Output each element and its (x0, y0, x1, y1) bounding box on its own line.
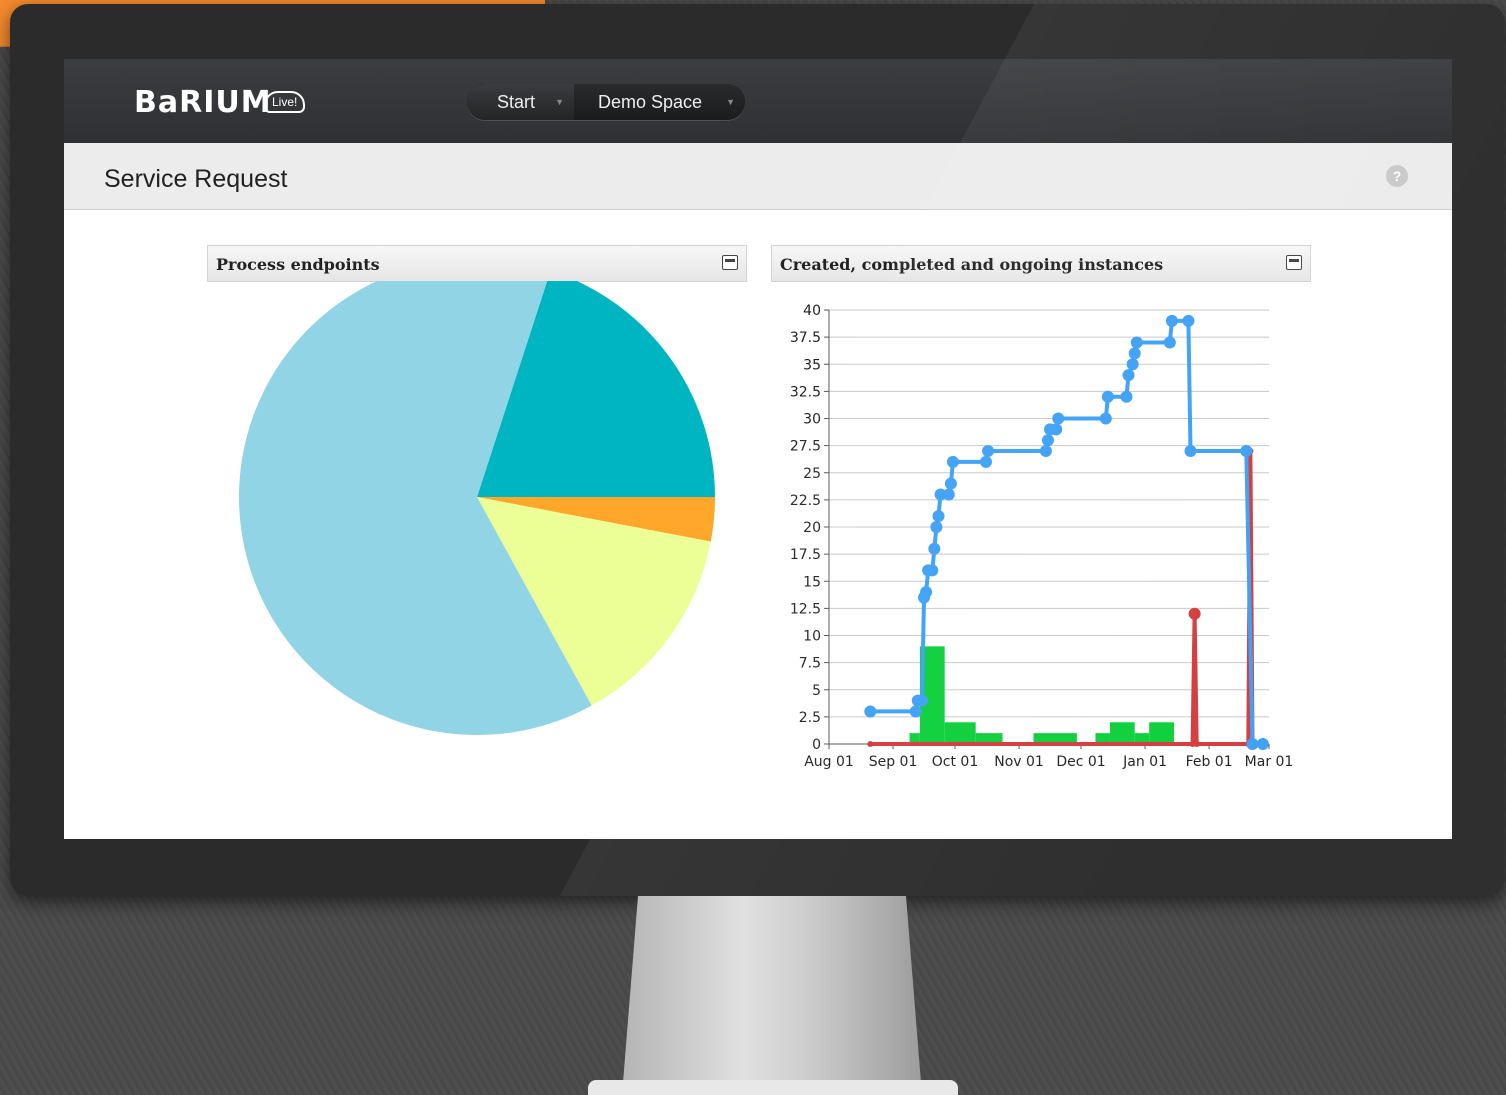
nav-space-label: Demo Space (598, 92, 703, 112)
x-tick-label: Sep 01 (869, 754, 918, 770)
blue-series-point (944, 477, 957, 490)
top-navigation-bar: BaRIUM Live! Start ▼ Demo Space ▼ (64, 59, 1452, 143)
red-series-peak (1188, 607, 1201, 620)
y-tick-label: 27.5 (790, 439, 821, 455)
y-tick-label: 30 (803, 412, 821, 428)
y-tick-label: 32.5 (790, 384, 821, 400)
x-tick-label: Nov 01 (994, 754, 1044, 770)
y-tick-label: 20 (803, 520, 821, 536)
blue-series-point (1050, 423, 1063, 436)
y-tick-label: 15 (803, 574, 821, 590)
x-tick-label: Aug 01 (804, 754, 854, 770)
breadcrumb-nav: Start ▼ Demo Space ▼ (467, 84, 745, 120)
monitor-stand-base (588, 1080, 958, 1095)
nav-start-label: Start (497, 92, 536, 112)
y-tick-label: 37.5 (790, 330, 821, 346)
y-tick-label: 22.5 (790, 493, 821, 509)
blue-series-point (1240, 445, 1253, 458)
app-logo[interactable]: BaRIUM (134, 85, 272, 120)
blue-series-point (1165, 314, 1178, 327)
red-series-point (1193, 741, 1200, 747)
dashboard-content: Process endpoints Created, completed and… (64, 210, 1452, 839)
green-bar (1149, 722, 1174, 744)
blue-series-point (926, 564, 939, 577)
caret-down-icon: ▼ (726, 97, 735, 107)
blue-series-point (1128, 347, 1141, 360)
x-tick-label: Mar 01 (1245, 754, 1294, 770)
help-icon[interactable]: ? (1386, 165, 1408, 187)
blue-series-point (1184, 445, 1197, 458)
line-chart: 0 2.5 5 7.5 10 12.5 15 17.5 20 22.5 25 27.5 30 32.5 35… (790, 303, 1294, 770)
blue-series-point (930, 521, 943, 533)
nav-space-button[interactable]: Demo Space ▼ (574, 84, 745, 120)
blue-series-point (1120, 390, 1133, 403)
blue-series-point (942, 488, 955, 501)
y-tick-label: 0 (812, 737, 821, 753)
red-series-point (867, 741, 874, 747)
blue-series-point (946, 455, 959, 468)
blue-series-point (1130, 336, 1143, 349)
y-tick-label: 40 (803, 303, 821, 319)
x-tick-label: Feb 01 (1186, 754, 1233, 770)
y-tick-label: 7.5 (799, 656, 821, 672)
y-tick-label: 35 (803, 357, 821, 373)
blue-series-point (920, 586, 933, 599)
minimize-icon[interactable] (722, 255, 738, 270)
nav-start-button[interactable]: Start ▼ (467, 84, 574, 120)
blue-series-point (982, 445, 995, 458)
panel-header: Process endpoints (207, 245, 747, 282)
blue-series-point (1256, 738, 1269, 750)
minimize-icon[interactable] (1286, 255, 1302, 270)
x-tick-label: Dec 01 (1056, 754, 1105, 770)
blue-series-point (1041, 434, 1054, 447)
blue-series-point (1182, 314, 1195, 327)
page-title: Service Request (104, 165, 288, 193)
blue-series-point (1126, 358, 1139, 371)
process-endpoints-panel: Process endpoints (207, 245, 747, 781)
blue-series-point (915, 694, 928, 707)
blue-series-point (932, 510, 945, 523)
y-tick-label: 25 (803, 466, 821, 482)
blue-series-point (1246, 738, 1259, 750)
panel-title: Process endpoints (216, 255, 380, 274)
blue-series-point (1163, 336, 1176, 349)
blue-series-point (909, 705, 922, 718)
blue-series-point (1122, 369, 1135, 382)
green-bar (944, 722, 976, 744)
x-tick-label: Oct 01 (932, 754, 978, 770)
y-tick-label: 5 (812, 683, 821, 699)
blue-series-point (1052, 412, 1065, 425)
y-tick-label: 17.5 (790, 547, 821, 563)
blue-series-point (1099, 412, 1112, 425)
y-tick-label: 2.5 (799, 710, 821, 726)
page-header: Service Request ? (64, 143, 1452, 210)
blue-series-point (864, 705, 877, 718)
blue-series-point (1039, 445, 1052, 458)
panel-header: Created, completed and ongoing instances (771, 245, 1311, 282)
blue-series-point (928, 542, 941, 555)
blue-series-point (979, 455, 992, 468)
y-tick-label: 10 (803, 629, 821, 645)
y-tick-label: 12.5 (790, 601, 821, 617)
blue-series-point (1101, 390, 1114, 403)
logo-live-badge: Live! (264, 91, 306, 113)
x-tick-label: Jan 01 (1122, 754, 1167, 770)
monitor-stand (622, 896, 922, 1095)
monitor-frame: BaRIUM Live! Start ▼ Demo Space ▼ Servic… (10, 4, 1505, 896)
app-screen: BaRIUM Live! Start ▼ Demo Space ▼ Servic… (64, 59, 1452, 839)
instances-panel: Created, completed and ongoing instances… (771, 245, 1311, 781)
panel-title: Created, completed and ongoing instances (780, 255, 1164, 274)
pie-chart (239, 281, 715, 735)
caret-down-icon: ▼ (555, 97, 564, 107)
green-bar (1109, 722, 1135, 744)
